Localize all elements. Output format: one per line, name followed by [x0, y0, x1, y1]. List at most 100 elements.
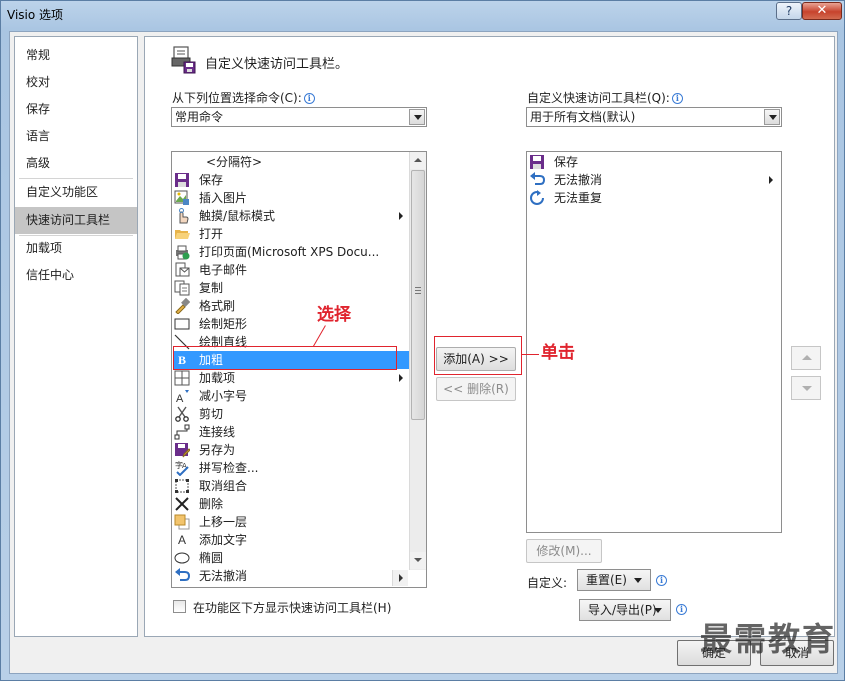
copy-icon — [174, 280, 190, 296]
list-item[interactable]: <分隔符> — [173, 153, 409, 171]
nav-divider — [19, 178, 133, 179]
list-item[interactable]: A 添加文字 — [173, 531, 409, 549]
remove-button[interactable]: << 删除(R) — [436, 377, 516, 401]
list-item[interactable]: 触摸/鼠标模式 — [173, 207, 409, 225]
list-item-label: 插入图片 — [199, 191, 248, 205]
options-nav: 常规 校对 保存 语言 高级 自定义功能区 快速访问工具栏 加载项 信任中心 — [14, 36, 138, 637]
title-bar: Visio 选项 ? ✕ — [1, 1, 845, 27]
chevron-down-icon[interactable] — [764, 109, 780, 125]
info-icon: i — [656, 575, 667, 586]
list-item[interactable]: 删除 — [173, 495, 409, 513]
list-item-label: 无法撤消 — [554, 173, 603, 187]
format-painter-icon — [175, 298, 190, 314]
chevron-down-icon[interactable] — [409, 109, 425, 125]
list-item-label: 拼写检查... — [199, 461, 259, 475]
save-as-icon — [175, 443, 190, 458]
open-folder-icon — [175, 230, 190, 239]
submenu-arrow-icon — [399, 212, 403, 220]
delete-icon — [175, 497, 189, 511]
list-item[interactable]: 格式刷 — [173, 297, 409, 315]
customize-toolbar-dropdown[interactable]: 用于所有文档(默认) — [526, 107, 782, 127]
reset-button[interactable]: 重置(E) — [577, 569, 651, 591]
nav-item-proofing[interactable]: 校对 — [15, 70, 137, 95]
list-item[interactable]: 加载项 — [173, 369, 409, 387]
watermark-logo: 最需教育 — [699, 620, 836, 658]
ungroup-icon — [175, 479, 189, 493]
list-item[interactable]: 保存 — [528, 153, 780, 171]
rectangle-icon — [174, 318, 190, 330]
list-item-label: 删除 — [199, 497, 224, 511]
help-button[interactable]: ? — [776, 2, 802, 20]
submenu-arrow-icon — [399, 374, 403, 382]
list-item[interactable]: 无法撤消 — [173, 567, 390, 585]
nav-item-language[interactable]: 语言 — [15, 124, 137, 149]
modify-button[interactable]: 修改(M)... — [526, 539, 602, 563]
commands-scrollbar[interactable] — [409, 152, 426, 570]
insert-picture-icon — [174, 190, 189, 205]
list-item[interactable]: 剪切 — [173, 405, 409, 423]
customizations-label: 自定义: — [527, 576, 568, 590]
scroll-up-icon[interactable] — [410, 152, 426, 169]
list-item[interactable]: 绘制矩形 — [173, 315, 409, 333]
list-item-label: 另存为 — [199, 443, 236, 457]
shrink-font-icon: A — [176, 390, 189, 404]
quick-access-panel: 自定义快速访问工具栏。 从下列位置选择命令(C): i 常用命令 自定义快速访问工… — [144, 36, 835, 637]
info-icon: i — [303, 93, 315, 104]
select-annotation: 选择 — [317, 305, 351, 325]
customize-toolbar-label: 自定义快速访问工具栏(Q): i — [527, 89, 683, 106]
list-item-label: 打印页面(Microsoft XPS Docu... — [199, 245, 380, 259]
scroll-thumb[interactable] — [411, 170, 425, 420]
addins-icon — [174, 370, 190, 386]
list-item[interactable]: 插入图片 — [173, 189, 409, 207]
save-icon — [530, 155, 544, 169]
list-item[interactable]: A 减小字号 — [173, 387, 409, 405]
list-item[interactable]: 连接线 — [173, 423, 409, 441]
svg-text:A: A — [176, 393, 184, 404]
list-item-label: 打开 — [199, 227, 224, 241]
page-title: 自定义快速访问工具栏。 — [205, 57, 349, 72]
list-item[interactable]: 保存 — [173, 171, 409, 189]
options-dialog: Visio 选项 ? ✕ 常规 校对 保存 语言 高级 自定义功能区 快速访问工… — [0, 0, 845, 681]
list-item[interactable]: 椭圆 — [173, 549, 409, 567]
list-item[interactable]: 字A 拼写检查... — [173, 459, 409, 477]
list-item[interactable]: 打印页面(Microsoft XPS Docu... — [173, 243, 409, 261]
nav-item-addins[interactable]: 加载项 — [15, 236, 137, 261]
list-item-label: 绘制矩形 — [199, 317, 248, 331]
reset-button-label: 重置(E) — [586, 573, 627, 587]
undo-icon — [175, 568, 190, 581]
selection-highlight-box — [173, 346, 397, 370]
nav-item-save[interactable]: 保存 — [15, 97, 137, 122]
list-item-label: 无法重复 — [554, 191, 603, 205]
list-item[interactable]: 上移一层 — [173, 513, 409, 531]
list-item[interactable]: 无法重复 — [528, 189, 780, 207]
customize-toolbar-label-text: 自定义快速访问工具栏(Q): — [527, 91, 670, 105]
info-icon: i — [676, 604, 687, 615]
submenu-arrow-icon — [769, 176, 773, 184]
list-item[interactable]: 打开 — [173, 225, 409, 243]
window-title: Visio 选项 — [7, 8, 64, 22]
nav-item-general[interactable]: 常规 — [15, 43, 137, 68]
list-item[interactable]: 复制 — [173, 279, 409, 297]
show-below-ribbon-checkbox[interactable] — [173, 600, 186, 613]
nav-item-trust-center[interactable]: 信任中心 — [15, 263, 137, 288]
scroll-down-icon[interactable] — [410, 552, 426, 569]
chevron-down-icon — [654, 608, 662, 613]
submenu-expand-icon[interactable] — [392, 570, 408, 586]
list-item[interactable]: 另存为 — [173, 441, 409, 459]
close-button[interactable]: ✕ — [802, 2, 842, 20]
list-item[interactable]: 无法撤消 — [528, 171, 780, 189]
list-item-label: 取消组合 — [199, 479, 248, 493]
redo-icon — [530, 190, 544, 205]
nav-item-advanced[interactable]: 高级 — [15, 151, 137, 176]
list-item[interactable]: 取消组合 — [173, 477, 409, 495]
list-item-label: 保存 — [199, 173, 224, 187]
move-down-button[interactable] — [791, 376, 821, 400]
import-export-button[interactable]: 导入/导出(P) — [579, 599, 671, 621]
list-item[interactable]: 电子邮件 — [173, 261, 409, 279]
list-item-label: 连接线 — [199, 425, 236, 439]
nav-item-quick-access-toolbar[interactable]: 快速访问工具栏 — [15, 207, 137, 234]
print-page-icon — [176, 245, 190, 260]
nav-item-customize-ribbon[interactable]: 自定义功能区 — [15, 180, 137, 205]
choose-commands-dropdown[interactable]: 常用命令 — [171, 107, 427, 127]
move-up-button[interactable] — [791, 346, 821, 370]
